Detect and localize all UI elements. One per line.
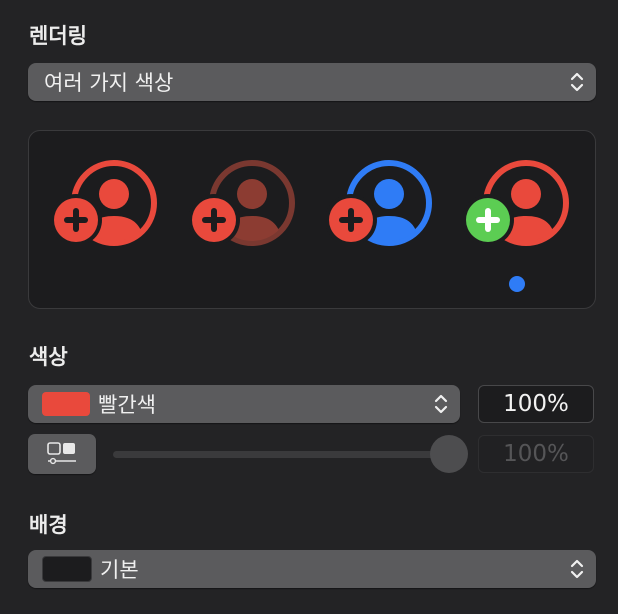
secondary-opacity-slider-track[interactable]	[113, 451, 443, 458]
layers-icon	[47, 442, 76, 465]
person-head	[511, 179, 541, 209]
secondary-opacity-slider-knob[interactable]	[430, 435, 468, 473]
background-title: 배경	[29, 513, 68, 537]
selected-indicator-dot	[509, 276, 525, 292]
person-add-icon	[462, 160, 569, 246]
plus-vertical	[348, 208, 354, 232]
person-head	[237, 179, 267, 209]
chevron-updown-icon	[570, 72, 584, 92]
variant-multicolor-selected[interactable]	[462, 158, 573, 258]
primary-color-swatch	[42, 392, 90, 416]
color-title: 색상	[29, 345, 68, 369]
person-add-icon	[50, 160, 157, 246]
rendering-mode-popup[interactable]: 여러 가지 색상	[28, 63, 596, 101]
rendering-mode-value: 여러 가지 색상	[44, 71, 174, 95]
primary-color-value: 빨간색	[98, 393, 156, 417]
secondary-opacity-field: 100%	[478, 435, 594, 473]
person-head	[99, 179, 129, 209]
variant-multicolor[interactable]	[50, 158, 161, 258]
symbol-preview-panel	[28, 130, 596, 309]
variant-palette[interactable]	[325, 158, 436, 258]
background-popup[interactable]: 기본	[28, 550, 596, 588]
person-head	[374, 179, 404, 209]
background-value: 기본	[100, 558, 139, 582]
plus-vertical	[211, 208, 217, 232]
primary-color-popup[interactable]: 빨간색	[28, 385, 460, 423]
background-swatch	[42, 556, 92, 582]
person-add-icon	[325, 160, 432, 246]
variant-hierarchical[interactable]	[188, 158, 299, 258]
chevron-updown-icon	[434, 394, 448, 414]
rendering-title: 렌더링	[29, 24, 87, 48]
chevron-updown-icon	[570, 559, 584, 579]
primary-opacity-field[interactable]: 100%	[478, 385, 594, 423]
person-add-icon	[188, 160, 295, 246]
color-layers-button[interactable]	[28, 434, 96, 474]
plus-vertical	[485, 208, 491, 232]
plus-vertical	[73, 208, 79, 232]
